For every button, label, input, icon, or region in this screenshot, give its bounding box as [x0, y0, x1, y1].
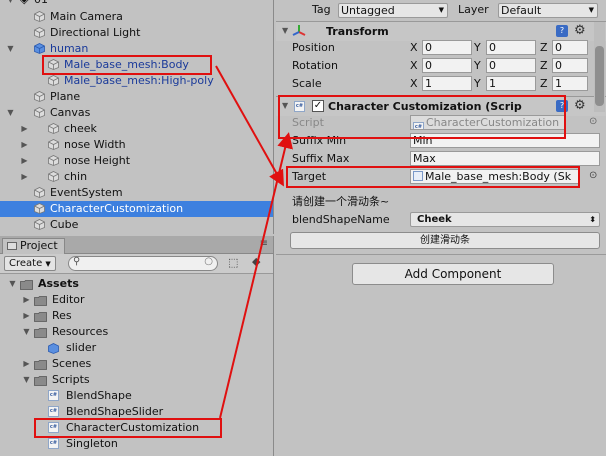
- annotation-arrow-hierarchy: [215, 65, 284, 187]
- annotation-arrows: [215, 65, 293, 419]
- annotation-arrow-project: [219, 132, 293, 419]
